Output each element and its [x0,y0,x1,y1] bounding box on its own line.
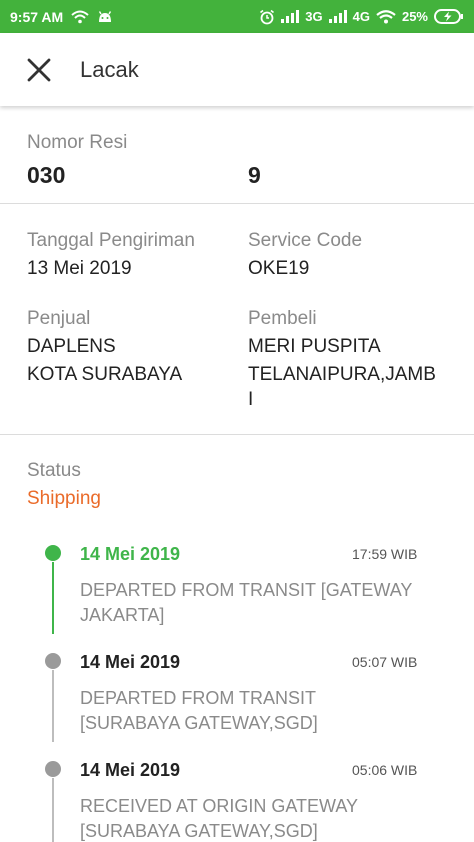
buyer-label: Pembeli [248,308,317,329]
service-code-label: Service Code [248,230,363,251]
timeline-time: 05:07 WIB [352,654,418,670]
buyer-name: MERI PUSPITA [248,336,381,357]
close-button[interactable] [24,55,54,85]
timeline-dot [45,653,61,669]
status-label: Status [27,460,81,481]
timeline-description: DEPARTED FROM TRANSIT [80,688,317,708]
seller-label: Penjual [27,308,91,329]
alarm-icon [259,9,275,25]
battery-percentage: 25% [401,9,428,24]
divider [0,203,474,204]
wifi-hotspot-icon [71,10,89,24]
android-icon [97,10,113,24]
timeline-line [52,778,54,842]
seller-name: DAPLENS [27,336,116,357]
timeline-description: JAKARTA] [80,605,165,625]
buyer-city-line-1: TELANAIPURA,JAMB [248,364,436,385]
timeline-dot [45,761,61,777]
timeline-description: RECEIVED AT ORIGIN GATEWAY [80,796,359,816]
divider [0,434,474,435]
clock: 9:57 AM [10,8,64,25]
status-value: Shipping [27,488,101,509]
buyer-city-line-2: I [248,389,254,410]
timeline-line [52,670,54,742]
network-type-2: 4G [352,9,370,24]
network-type-1: 3G [305,9,323,24]
status-bar: 9:57 AM 3G 4G 25% [0,0,474,33]
signal-icon [281,10,300,23]
timeline-date: 14 Mei 2019 [80,544,181,564]
app-bar: Lacak [0,33,474,106]
page-title: Lacak [80,56,139,82]
shipping-date-value: 13 Mei 2019 [27,258,132,279]
service-code-value: OKE19 [248,258,310,279]
resi-value-part-1: 030 [27,162,66,188]
timeline-line [52,562,54,634]
signal-icon-2 [328,10,347,23]
timeline-description: [SURABAYA GATEWAY,SGD] [80,821,318,841]
timeline-time: 05:06 WIB [352,762,418,778]
timeline-description: DEPARTED FROM TRANSIT [GATEWAY [80,580,413,600]
resi-label: Nomor Resi [27,132,128,153]
timeline-time: 17:59 WIB [352,546,418,562]
timeline-date: 14 Mei 2019 [80,760,181,780]
timeline-description: [SURABAYA GATEWAY,SGD] [80,713,318,733]
close-icon[interactable] [27,58,51,82]
timeline-date: 14 Mei 2019 [80,652,181,672]
battery-charging-icon [434,9,464,24]
wifi-icon [376,9,396,24]
resi-value-part-2: 9 [248,162,261,188]
seller-city: KOTA SURABAYA [27,364,183,385]
shipping-date-label: Tanggal Pengiriman [27,230,195,251]
timeline-dot-active [45,545,61,561]
